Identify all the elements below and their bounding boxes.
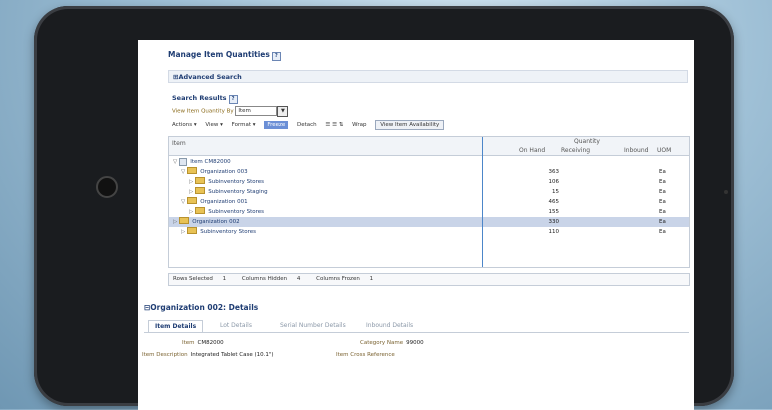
frozen-column-divider[interactable] [482,137,483,267]
expand-icon[interactable]: ▷ [189,189,193,195]
detach-button[interactable]: Detach [297,122,317,128]
item-description-field: Item Description Integrated Tablet Case (… [142,352,274,358]
column-header-quantity: Quantity [574,138,600,145]
rows-selected-label: Rows Selected [173,276,213,282]
table-row[interactable]: ▽ Organization 003 363 Ea [169,167,689,177]
collapse-icon[interactable]: ▽ [181,169,185,175]
columns-frozen-label: Columns Frozen [316,276,360,282]
table-row[interactable]: ▷ Subinventory Stores 110 Ea [169,227,689,237]
tab-inbound-details[interactable]: Inbound Details [360,320,419,331]
tab-item-details[interactable]: Item Details [148,320,204,332]
rows-selected-count: 1 [222,276,227,282]
status-bar: Rows Selected 1 Columns Hidden 4 Columns… [168,273,690,286]
item-icon [179,157,188,166]
chevron-down-icon[interactable]: ▼ [277,106,289,117]
item-field: Item CM82000 [182,340,224,346]
actions-menu[interactable]: Actions ▾ [172,122,197,128]
folder-icon [195,177,206,184]
expand-icon[interactable]: ▷ [189,209,193,215]
folder-icon [187,167,198,174]
tab-lot-details[interactable]: Lot Details [214,320,258,331]
collapse-icon[interactable]: ▽ [173,159,177,165]
table-row[interactable]: ▽ Organization 001 465 Ea [169,197,689,207]
advanced-search-label: Advanced Search [178,73,242,81]
columns-icon[interactable]: ☰ ☰ ⇅ [325,122,343,128]
search-results-title: Search Results? [172,94,238,104]
column-header-uom[interactable]: UOM [657,147,671,154]
collapse-icon[interactable]: ▽ [181,199,185,205]
view-by-select[interactable]: Item ▼ [235,106,289,117]
details-title[interactable]: ⊟Organization 002: Details [144,303,258,312]
expand-icon[interactable]: ▷ [189,179,193,185]
app-screen: Manage Item Quantities? ⊞Advanced Search… [138,40,694,410]
table-row[interactable]: ▷ Subinventory Staging 15 Ea [169,187,689,197]
table-row[interactable]: ▷ Subinventory Stores 106 Ea [169,177,689,187]
view-item-availability-button[interactable]: View Item Availability [375,120,445,130]
freeze-button[interactable]: Freeze [264,121,289,129]
wrap-button[interactable]: Wrap [352,122,366,128]
table-row-selected[interactable]: ▷ Organization 002 330 Ea [169,217,689,227]
help-icon[interactable]: ? [228,95,238,104]
help-icon[interactable]: ? [271,52,281,61]
column-header-receiving[interactable]: Receiving [561,147,590,154]
columns-hidden-count: 4 [296,276,301,282]
format-menu[interactable]: Format ▾ [232,122,256,128]
folder-icon [179,217,190,224]
page-title: Manage Item Quantities? [168,50,281,61]
camera-icon [724,190,728,194]
view-by-label: View Item Quantity By [172,108,234,115]
results-table: Item Quantity On Hand Receiving Inbound … [168,136,690,268]
folder-icon [195,207,206,214]
table-row[interactable]: ▽ Item CM82000 [169,157,689,167]
category-field: Category Name 99000 [360,340,424,346]
view-menu[interactable]: View ▾ [205,122,223,128]
folder-icon [195,187,206,194]
item-cross-reference-field: Item Cross Reference [336,352,395,358]
expand-icon[interactable]: ▷ [173,219,177,225]
column-header-inbound[interactable]: Inbound [624,147,648,154]
details-tabs: Item Details Lot Details Serial Number D… [144,320,689,333]
folder-icon [187,227,198,234]
tab-serial-number-details[interactable]: Serial Number Details [274,320,352,331]
home-button[interactable] [96,176,118,198]
column-header-item[interactable]: Item [172,140,186,147]
view-by-row: View Item Quantity By Item ▼ [172,106,289,117]
table-header: Item Quantity On Hand Receiving Inbound … [169,137,689,156]
columns-frozen-count: 1 [369,276,374,282]
columns-hidden-label: Columns Hidden [241,276,288,282]
folder-icon [187,197,198,204]
advanced-search-bar[interactable]: ⊞Advanced Search [168,70,688,83]
tablet-frame: Manage Item Quantities? ⊞Advanced Search… [34,6,734,410]
table-row[interactable]: ▷ Subinventory Stores 155 Ea [169,207,689,217]
expand-icon[interactable]: ▷ [181,229,185,235]
column-header-on-hand[interactable]: On Hand [519,147,545,154]
results-toolbar: Actions ▾ View ▾ Format ▾ Freeze Detach … [172,120,451,130]
